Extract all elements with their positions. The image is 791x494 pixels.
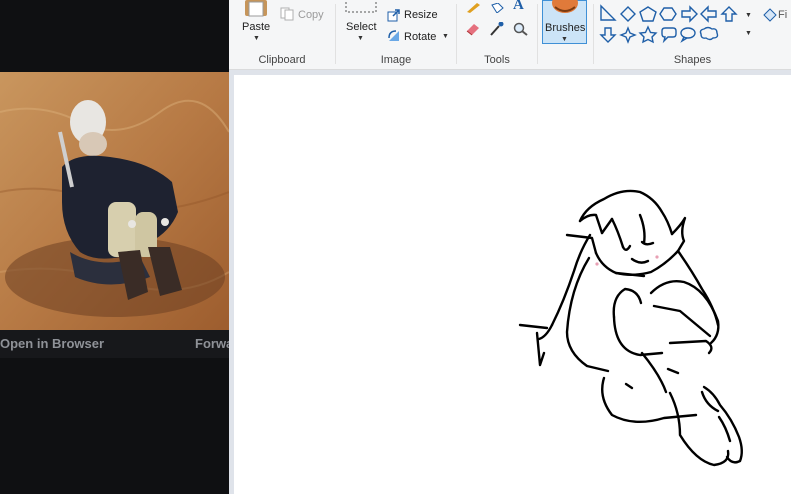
rotate-dropdown-icon[interactable]: ▼ bbox=[442, 33, 449, 40]
paste-icon[interactable] bbox=[243, 0, 269, 23]
open-in-browser-button[interactable]: Open in Browser bbox=[0, 336, 104, 351]
rotate-button[interactable]: Rotate bbox=[404, 31, 436, 43]
magnifier-icon[interactable] bbox=[513, 22, 529, 41]
sketch-drawing bbox=[518, 189, 743, 467]
copy-icon bbox=[280, 7, 294, 26]
fill-bucket-icon[interactable] bbox=[489, 0, 505, 18]
brushes-label: Brushes bbox=[545, 22, 586, 34]
fill-button[interactable]: Fi bbox=[778, 9, 787, 21]
shapes-group: ▼ ▼ Fi Shapes bbox=[594, 0, 791, 69]
media-viewer-pane: Open in Browser Forwa bbox=[0, 0, 233, 494]
paste-dropdown-icon[interactable]: ▼ bbox=[253, 35, 260, 42]
pencil-icon[interactable] bbox=[465, 0, 481, 18]
paint-window: Paste ▼ Copy Clipboard Select ▼ Resize R… bbox=[229, 0, 791, 494]
paste-button[interactable]: Paste bbox=[242, 21, 270, 33]
shapes-scroll-down-icon[interactable]: ▼ bbox=[745, 12, 752, 19]
resize-icon bbox=[387, 8, 401, 27]
shapes-gallery[interactable] bbox=[598, 0, 743, 51]
eraser-icon[interactable] bbox=[465, 22, 481, 41]
shapes-group-label: Shapes bbox=[673, 54, 712, 66]
group-divider bbox=[537, 4, 538, 64]
tools-group-label: Tools bbox=[484, 54, 510, 66]
brushes-button[interactable]: Brushes ▼ bbox=[542, 0, 587, 44]
clipboard-group-label: Clipboard bbox=[258, 54, 306, 66]
resize-button[interactable]: Resize bbox=[404, 9, 438, 21]
text-tool-icon[interactable]: A bbox=[513, 0, 524, 14]
game-screenshot-image[interactable] bbox=[0, 72, 229, 330]
forward-button[interactable]: Forwa bbox=[195, 336, 233, 351]
tools-group: A Tools bbox=[457, 0, 537, 69]
select-button[interactable]: Select bbox=[346, 21, 377, 33]
brush-icon bbox=[549, 0, 581, 22]
select-icon[interactable] bbox=[345, 0, 377, 19]
shapes-more-icon[interactable]: ▼ bbox=[745, 30, 752, 37]
brushes-dropdown-icon: ▼ bbox=[561, 36, 568, 43]
ribbon: Paste ▼ Copy Clipboard Select ▼ Resize R… bbox=[229, 0, 791, 70]
select-dropdown-icon[interactable]: ▼ bbox=[357, 35, 364, 42]
rotate-icon bbox=[387, 29, 401, 48]
canvas-workspace bbox=[229, 70, 791, 494]
image-group-label: Image bbox=[380, 54, 412, 66]
drawing-canvas[interactable] bbox=[234, 75, 791, 494]
color-picker-icon[interactable] bbox=[489, 21, 505, 41]
image-group: Select ▼ Resize Rotate ▼ Image bbox=[336, 0, 456, 69]
clipboard-group: Paste ▼ Copy Clipboard bbox=[229, 0, 335, 69]
copy-button[interactable]: Copy bbox=[298, 9, 324, 21]
outline-fill-icon[interactable] bbox=[762, 8, 778, 27]
